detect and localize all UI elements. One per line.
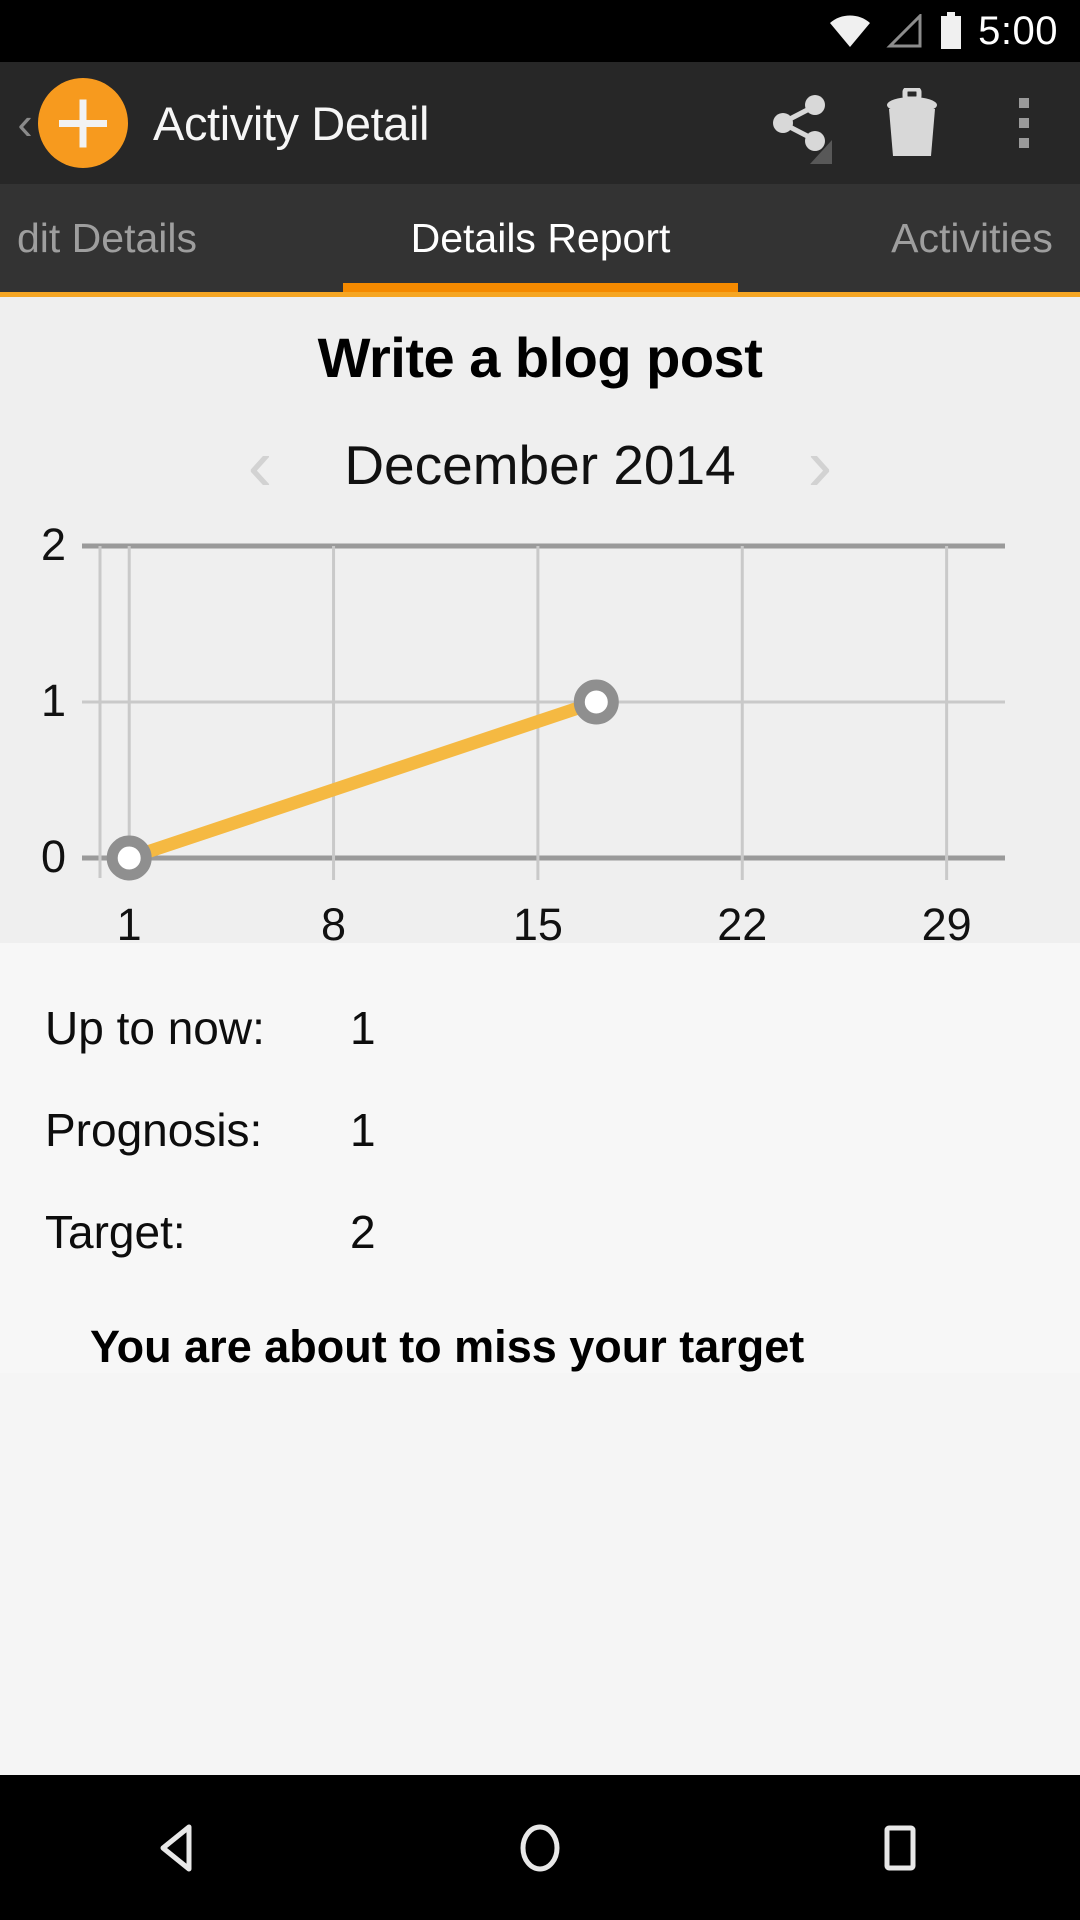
stat-value-prognosis: 1 [350,1104,376,1156]
stat-row: Target: 2 [45,1205,1080,1259]
stats-section: Up to now: 1 Prognosis: 1 Target: 2 You … [0,943,1080,1373]
activity-title: Write a blog post [317,326,763,389]
chart-canvas: 0 1 2 1 8 15 22 29 [41,528,1005,943]
status-bar: 5:00 [0,0,1080,62]
tab-activities[interactable]: Activities [772,184,1080,293]
data-series-line [122,695,603,865]
stat-label-target: Target: [45,1206,186,1258]
progress-chart[interactable]: 0 1 2 1 8 15 22 29 [0,528,1080,943]
x-axis-tick-label: 15 [513,899,563,943]
menu-dot [1019,138,1029,148]
target-warning-message: You are about to miss your target [90,1321,805,1372]
report-header: Write a blog post ‹ December 2014 › [0,297,1080,528]
home-nav-button[interactable] [450,1775,630,1920]
tab-active-indicator [343,283,738,292]
stat-row: Up to now: 1 [45,1001,1080,1055]
next-month-chevron-icon[interactable]: › [775,428,865,502]
data-point-marker [106,835,152,881]
signal-icon [886,14,924,48]
stat-label-prognosis: Prognosis: [45,1104,263,1156]
stat-value-up-to-now: 1 [350,1002,376,1054]
back-nav-button[interactable] [90,1775,270,1920]
x-axis-tick-label: 22 [717,899,767,943]
month-selector: ‹ December 2014 › [0,428,1080,502]
x-axis-tick-label: 29 [922,899,972,943]
stat-value-target: 2 [350,1206,376,1258]
y-axis-tick-label: 0 [41,831,66,882]
data-point-marker [573,679,619,725]
delete-icon[interactable] [856,62,968,184]
menu-dot [1019,118,1029,128]
battery-icon [938,12,964,50]
tab-bar: dit Details Details Report Activities [0,184,1080,297]
system-navigation-bar [0,1775,1080,1920]
previous-month-chevron-icon[interactable]: ‹ [215,428,305,502]
stat-row: Prognosis: 1 [45,1103,1080,1157]
y-axis-tick-label: 2 [41,528,66,570]
page-title: Activity Detail [153,96,430,150]
wifi-icon [828,14,872,48]
tab-details-report[interactable]: Details Report [343,184,738,293]
tab-edit-details[interactable]: dit Details [0,184,307,293]
action-bar-actions [744,62,1080,184]
tab-row: dit Details Details Report Activities [0,184,1080,293]
dropdown-caret-icon [810,140,832,164]
status-time: 5:00 [978,8,1058,53]
up-navigation-chevron-icon[interactable]: ‹ [8,100,42,146]
recents-nav-button[interactable] [810,1775,990,1920]
overflow-menu-icon[interactable] [968,62,1080,184]
x-axis-tick-label: 1 [117,899,142,943]
x-axis-tick-label: 8 [321,899,346,943]
stat-label-up-to-now: Up to now: [45,1002,265,1054]
status-icon-group [828,12,964,50]
current-month-label: December 2014 [344,434,736,496]
action-bar: ‹ Activity Detail [0,62,1080,184]
menu-dot [1019,98,1029,108]
y-axis-tick-label: 1 [41,675,66,726]
share-icon[interactable] [744,62,856,184]
plus-icon[interactable] [38,78,128,168]
report-content: Write a blog post ‹ December 2014 › 0 1 2 1… [0,297,1080,1775]
